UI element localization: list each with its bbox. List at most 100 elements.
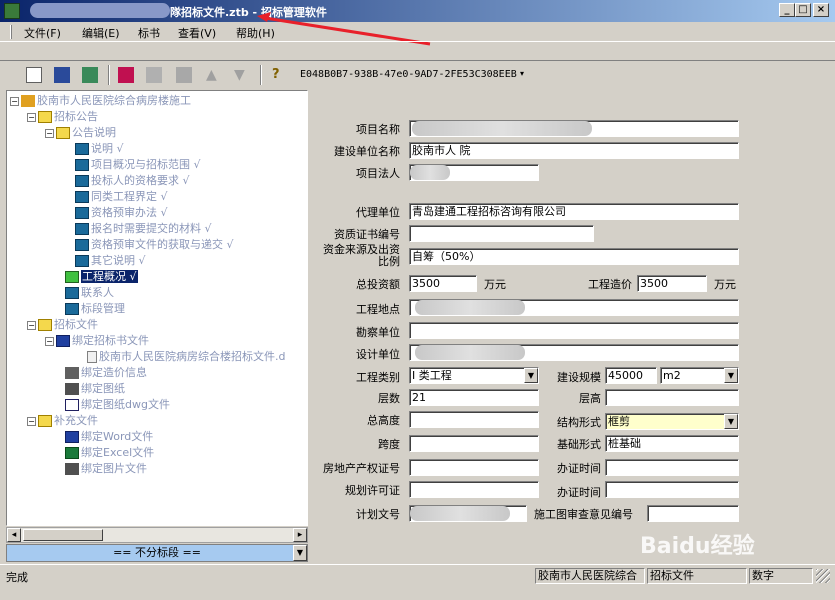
chevron-down-icon[interactable]: ▼	[724, 414, 738, 429]
category-select[interactable]: I 类工程 ▼	[409, 367, 539, 384]
span-label: 跨度	[378, 438, 400, 451]
location-field[interactable]	[409, 299, 739, 316]
up-arrow-icon[interactable]: ▲	[206, 67, 222, 83]
tree-node-bind-dwg[interactable]: 绑定图纸dwg文件	[65, 397, 170, 413]
tree-node-item[interactable]: 报名时需要提交的材料 √	[75, 221, 212, 237]
book-icon[interactable]	[118, 67, 134, 83]
grid-icon[interactable]	[176, 67, 192, 83]
tree-node-bind-bid[interactable]: − 绑定招标书文件	[45, 333, 149, 349]
collapse-icon[interactable]: −	[27, 320, 36, 330]
scale-unit-select[interactable]: m2 ▼	[660, 367, 739, 384]
review-field[interactable]	[647, 505, 739, 522]
tree-node-item[interactable]: 资格预审办法 √	[75, 205, 168, 221]
collapse-icon[interactable]: −	[27, 112, 36, 122]
scroll-left-icon[interactable]: ◂	[7, 528, 21, 542]
foundation-label: 基础形式	[557, 438, 601, 451]
planning-field[interactable]	[409, 481, 539, 498]
chevron-down-icon[interactable]: ▼	[293, 545, 307, 561]
tree-node-announcement[interactable]: − 招标公告	[27, 109, 98, 125]
cert-field[interactable]	[409, 225, 594, 242]
builder-field[interactable]: 胶南市人 院	[409, 142, 739, 159]
tree-node-bind-cost[interactable]: 绑定造价信息	[65, 365, 147, 381]
scroll-thumb[interactable]	[23, 529, 103, 541]
property-field[interactable]	[409, 459, 539, 476]
fund-field[interactable]: 自筹（50%）	[409, 248, 739, 265]
scroll-right-icon[interactable]: ▸	[293, 528, 307, 542]
tree-node-item[interactable]: 其它说明 √	[75, 253, 146, 269]
tree-node-supplement[interactable]: − 补充文件	[27, 413, 98, 429]
collapse-icon[interactable]: −	[10, 96, 19, 106]
copy-icon[interactable]	[146, 67, 162, 83]
stage-selector[interactable]: == 不分标段 == ▼	[6, 544, 308, 562]
tree-node-bind-image[interactable]: 绑定图片文件	[65, 461, 147, 477]
minimize-button[interactable]: _	[779, 3, 795, 17]
project-name-field[interactable]	[409, 120, 739, 137]
tree-node-bind-drawing[interactable]: 绑定图纸	[65, 381, 125, 397]
tree-node-announce-desc[interactable]: − 公告说明	[45, 125, 116, 141]
cert-time2-field[interactable]	[605, 481, 739, 498]
structure-select[interactable]: 框剪 ▼	[605, 413, 739, 430]
folder-icon	[56, 127, 70, 139]
tree-node-item[interactable]: 资格预审文件的获取与递交 √	[75, 237, 234, 253]
builder-label: 建设单位名称	[334, 145, 400, 158]
tree-node-bind-word[interactable]: 绑定Word文件	[65, 429, 153, 445]
page-icon	[75, 255, 89, 267]
foundation-field[interactable]: 桩基础	[605, 435, 739, 452]
down-arrow-icon[interactable]: ▼	[234, 67, 250, 83]
tree-node-stage-mgmt[interactable]: 标段管理	[65, 301, 125, 317]
tree-node-bind-excel[interactable]: 绑定Excel文件	[65, 445, 154, 461]
legal-field[interactable]	[409, 164, 539, 181]
agent-field[interactable]: 青岛建通工程招标咨询有限公司	[409, 203, 739, 220]
toolbar-separator	[260, 65, 262, 85]
menu-help[interactable]: 帮助(H)	[236, 25, 275, 41]
total-height-field[interactable]	[409, 411, 539, 428]
location-label: 工程地点	[356, 303, 400, 316]
tree-node-bid-file[interactable]: 胶南市人民医院病房综合楼招标文件.d	[87, 349, 285, 365]
scale-field[interactable]: 45000	[605, 367, 657, 384]
cost-label: 工程造价	[588, 278, 632, 291]
maximize-button[interactable]: □	[795, 3, 811, 17]
help-icon[interactable]: ?	[272, 67, 288, 83]
menu-bidbook[interactable]: 标书	[138, 25, 160, 41]
collapse-icon[interactable]: −	[45, 336, 54, 346]
collapse-icon[interactable]: −	[45, 128, 54, 138]
new-icon[interactable]	[26, 67, 42, 83]
floor-height-field[interactable]	[605, 389, 739, 406]
toolbar: ▲ ▼ ? E048B0B7-938B-47e0-9AD7-2FE53C308E…	[0, 60, 835, 88]
chevron-down-icon[interactable]: ▼	[724, 368, 738, 383]
tree-node-root[interactable]: − 胶南市人民医院综合病房楼施工	[10, 93, 191, 109]
menu-bar: 文件(F) 编辑(E) 标书 查看(V) 帮助(H)	[0, 22, 835, 42]
survey-field[interactable]	[409, 322, 739, 339]
guid-dropdown-icon[interactable]: ▾	[517, 69, 527, 85]
stage-selector-value: == 不分标段 ==	[113, 546, 201, 559]
tree-node-item[interactable]: 项目概况与招标范围 √	[75, 157, 201, 173]
app-icon[interactable]	[4, 3, 20, 19]
cert-time-field[interactable]	[605, 459, 739, 476]
span-field[interactable]	[409, 435, 539, 452]
tree-node-item[interactable]: 投标人的资格要求 √	[75, 173, 190, 189]
invest-field[interactable]: 3500	[409, 275, 477, 292]
tree-node-item[interactable]: 说明 √	[75, 141, 124, 157]
collapse-icon[interactable]: −	[27, 416, 36, 426]
menu-view[interactable]: 查看(V)	[178, 25, 216, 41]
export-icon[interactable]	[82, 67, 98, 83]
close-button[interactable]: ×	[813, 3, 829, 17]
menu-file[interactable]: 文件(F)	[24, 25, 61, 41]
cost-field[interactable]: 3500	[637, 275, 707, 292]
design-field[interactable]	[409, 344, 739, 361]
save-icon[interactable]	[54, 67, 70, 83]
menu-edit[interactable]: 编辑(E)	[82, 25, 120, 41]
plan-doc-field[interactable]	[409, 505, 527, 522]
tree-node-bid-docs[interactable]: − 招标文件	[27, 317, 98, 333]
project-tree[interactable]: − 胶南市人民医院综合病房楼施工 − 招标公告 − 公告说明 说明 √ 项目概况与招标…	[6, 90, 308, 526]
guid-label: E048B0B7-938B-47e0-9AD7-2FE53C308EEB	[300, 69, 517, 80]
tree-hscrollbar[interactable]: ◂ ▸	[6, 527, 308, 543]
page-icon	[75, 175, 89, 187]
chevron-down-icon[interactable]: ▼	[524, 368, 538, 383]
invest-label: 总投资额	[356, 278, 400, 291]
tree-node-project-overview[interactable]: 工程概况 √	[65, 269, 138, 285]
resize-grip-icon[interactable]	[816, 569, 830, 583]
tree-node-contact[interactable]: 联系人	[65, 285, 114, 301]
tree-node-item[interactable]: 同类工程界定 √	[75, 189, 168, 205]
floors-field[interactable]: 21	[409, 389, 539, 406]
